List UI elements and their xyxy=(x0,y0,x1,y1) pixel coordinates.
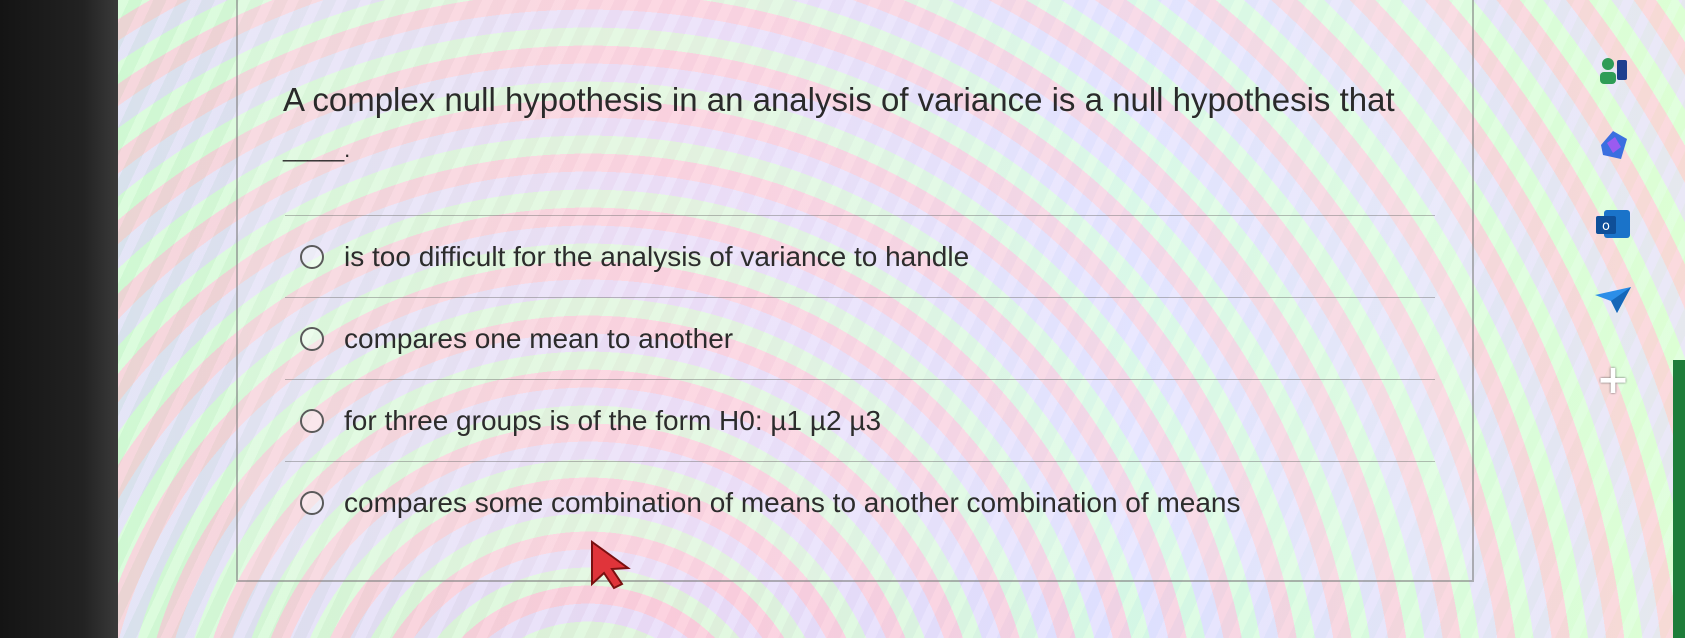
option-4[interactable]: compares some combination of means to an… xyxy=(285,461,1435,543)
option-label-3: for three groups is of the form H0: µ1 µ… xyxy=(344,404,882,436)
option-label-1: is too difficult for the analysis of var… xyxy=(344,240,970,272)
question-text: A complex null hypothesis in an analysis… xyxy=(283,81,1395,118)
user-icon[interactable] xyxy=(1593,50,1633,90)
add-plus[interactable]: + xyxy=(1596,357,1630,403)
side-scrollbar[interactable] xyxy=(1673,360,1685,638)
radio-button-4[interactable] xyxy=(300,490,324,515)
outlook-icon[interactable]: o xyxy=(1593,205,1633,245)
question-blank: _____. xyxy=(283,137,351,162)
app-sidebar: o + xyxy=(1585,40,1655,440)
radio-button-3[interactable] xyxy=(300,408,324,433)
copilot-icon[interactable] xyxy=(1593,125,1633,165)
send-icon[interactable] xyxy=(1593,280,1633,320)
question-prompt: A complex null hypothesis in an analysis… xyxy=(283,70,1433,170)
option-1[interactable]: is too difficult for the analysis of var… xyxy=(285,215,1435,297)
svg-text:o: o xyxy=(1602,219,1610,234)
radio-button-1[interactable] xyxy=(300,244,324,269)
option-label-4: compares some combination of means to an… xyxy=(344,486,1241,518)
option-label-2: compares one mean to another xyxy=(344,322,734,354)
answer-options: is too difficult for the analysis of var… xyxy=(285,215,1435,543)
radio-button-2[interactable] xyxy=(300,326,324,351)
option-3[interactable]: for three groups is of the form H0: µ1 µ… xyxy=(285,379,1435,461)
monitor-bezel xyxy=(0,0,118,638)
plus-icon[interactable]: + xyxy=(1593,357,1633,403)
mouse-cursor-icon xyxy=(591,540,631,590)
option-2[interactable]: compares one mean to another xyxy=(285,297,1435,379)
